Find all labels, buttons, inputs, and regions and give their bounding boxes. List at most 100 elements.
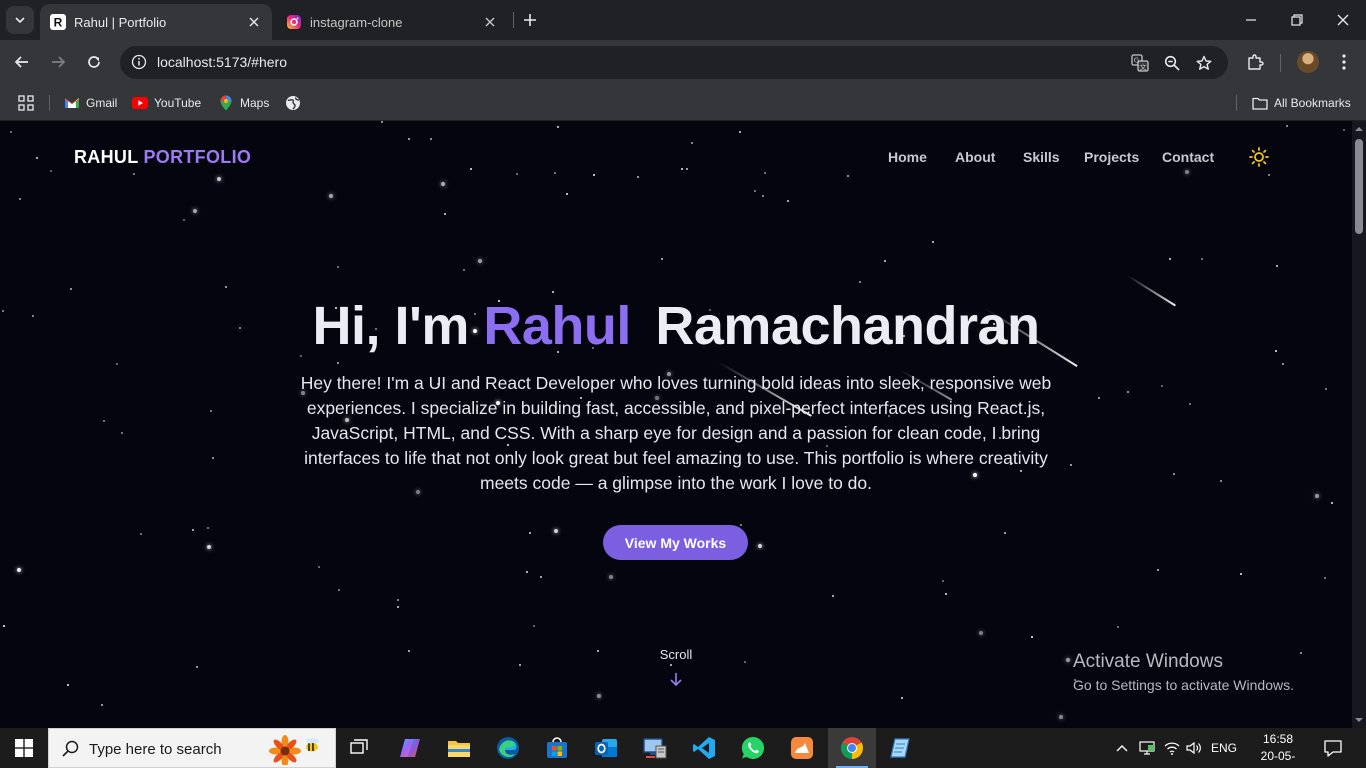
star [979,631,983,635]
bookmark-globe[interactable] [285,92,307,114]
tab-instagram-clone[interactable]: instagram-clone [276,4,508,40]
file-explorer-button[interactable] [435,728,483,768]
star [121,432,123,434]
chrome-icon [841,737,863,759]
svg-text:文: 文 [1140,63,1147,72]
view-my-works-button[interactable]: View My Works [603,525,748,560]
forward-button[interactable] [44,48,72,76]
taskbar-clock[interactable]: 16:58 20-05-2025 [1252,731,1304,768]
bookmark-star-icon[interactable] [1192,51,1216,75]
star [762,195,764,197]
restore-button[interactable] [1274,0,1320,40]
star [140,533,142,535]
bookmark-youtube[interactable]: YouTube [132,92,201,114]
orange-app-button[interactable] [778,728,826,768]
close-icon[interactable] [244,12,264,32]
scroll-up-icon[interactable] [1355,125,1363,133]
star [1240,573,1242,575]
show-hidden-icons-button[interactable] [1112,728,1132,768]
star [758,544,762,548]
star [408,138,410,140]
bookmark-label: Maps [240,96,270,110]
star [554,172,556,174]
close-window-button[interactable] [1320,0,1366,40]
star [183,219,185,221]
url-text[interactable]: localhost:5173/#hero [157,54,287,70]
scrollbar-thumb[interactable] [1355,139,1363,234]
close-icon[interactable] [480,12,500,32]
site-logo[interactable]: RAHUL PORTFOLIO [74,147,251,168]
bookmark-maps[interactable]: Maps [218,92,269,114]
more-vertical-icon [1342,54,1346,70]
tab-portfolio[interactable]: R Rahul | Portfolio [40,4,272,40]
star [1070,464,1072,466]
all-bookmarks-button[interactable]: All Bookmarks [1252,92,1351,114]
bookmarks-divider [49,95,50,111]
restore-icon [1291,14,1303,26]
nav-projects[interactable]: Projects [1084,149,1139,165]
star [441,182,445,186]
watermark-subtitle: Go to Settings to activate Windows. [1073,677,1294,693]
hero-last-name: Ramachandran [655,296,1040,356]
zoom-icon[interactable] [1160,51,1184,75]
tray-meet-button[interactable] [1136,728,1158,768]
edge-button[interactable] [484,728,532,768]
star [597,694,601,698]
star [1220,480,1222,482]
language-indicator[interactable]: ENG [1208,728,1240,768]
theme-toggle-button[interactable] [1248,146,1270,168]
microsoft-store-button[interactable] [533,728,581,768]
back-button[interactable] [8,48,36,76]
star [686,168,688,170]
copilot-button[interactable] [386,728,434,768]
address-bar[interactable]: localhost:5173/#hero 文G [120,46,1228,79]
star [670,664,672,666]
new-tab-button[interactable] [518,8,542,32]
start-button[interactable] [0,728,48,768]
notification-center-button[interactable] [1318,736,1348,760]
star [1173,473,1175,475]
remote-desktop-button[interactable] [631,728,679,768]
all-bookmarks-label: All Bookmarks [1274,96,1351,110]
star [207,545,211,549]
tab-search-button[interactable] [6,6,34,34]
browser-tab-bar: R Rahul | Portfolio instagram-clone [0,0,1366,40]
notepad-button[interactable] [877,728,925,768]
star [1331,502,1333,504]
task-view-button[interactable] [336,728,384,768]
star [942,580,944,582]
minimize-button[interactable] [1228,0,1274,40]
star [1276,265,1278,267]
reload-button[interactable] [80,48,108,76]
vscode-button[interactable] [680,728,728,768]
star [540,576,542,578]
star [470,168,472,170]
chrome-button[interactable] [828,728,876,768]
star [116,363,118,365]
whatsapp-button[interactable] [729,728,777,768]
translate-icon[interactable]: 文G [1128,51,1152,75]
star [1169,258,1171,260]
bookmark-gmail[interactable]: Gmail [64,92,117,114]
nav-contact[interactable]: Contact [1162,149,1214,165]
apps-button[interactable] [18,92,40,114]
speaker-icon [1186,741,1201,755]
page-scrollbar[interactable] [1352,121,1366,728]
site-info-icon[interactable] [128,51,150,73]
star [519,664,521,666]
network-button[interactable] [1161,728,1183,768]
scroll-down-icon[interactable] [1355,716,1363,724]
star [329,194,333,198]
extensions-button[interactable] [1241,48,1269,76]
avatar[interactable] [1297,51,1319,73]
chrome-menu-button[interactable] [1330,48,1358,76]
star [832,595,834,597]
nav-about[interactable]: About [955,149,995,165]
nav-skills[interactable]: Skills [1023,149,1060,165]
volume-button[interactable] [1183,728,1205,768]
taskbar-search[interactable]: Type here to search [48,728,336,768]
arrow-down-icon[interactable] [668,671,684,687]
outlook-button[interactable] [582,728,630,768]
nav-home[interactable]: Home [888,149,927,165]
globe-icon [285,95,301,111]
